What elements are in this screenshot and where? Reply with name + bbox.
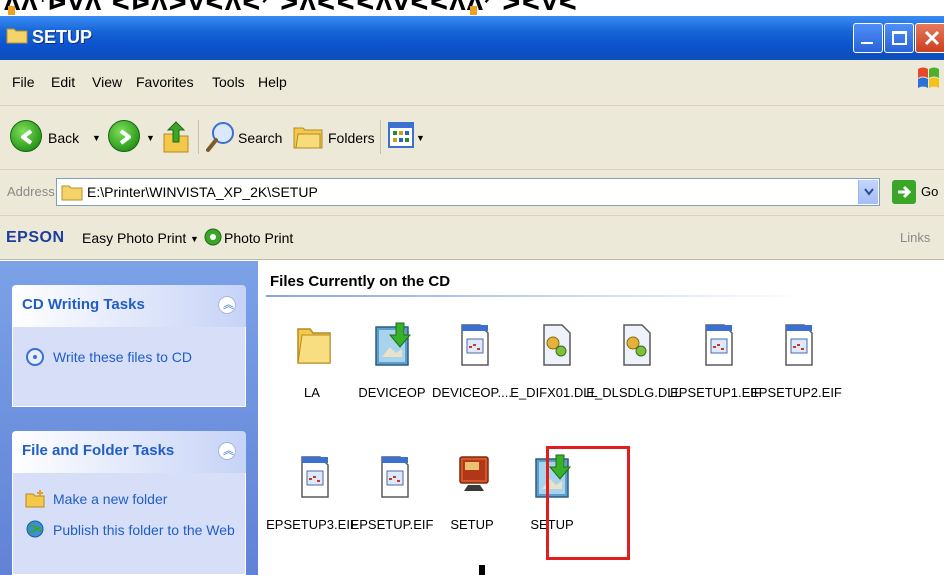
cd-write-icon: [26, 348, 44, 366]
menu-edit[interactable]: Edit: [51, 74, 75, 90]
address-dropdown-button[interactable]: [858, 180, 878, 204]
close-button[interactable]: [915, 23, 944, 53]
file-name: EPSETUP2.EIF: [750, 385, 842, 400]
easy-photo-print-dropdown-icon[interactable]: ▼: [190, 234, 199, 244]
folders-icon[interactable]: [292, 122, 324, 150]
folder-icon: [6, 28, 28, 44]
task-pane: CD Writing Tasks ︽ Write these files to …: [0, 261, 258, 575]
cropped-caption-text: ᐱᐱᐩᐅᐯᐱᐨᐸᐅᐱᐳᐯᐹᐱᐸᐟ ᐳᐱᐸᐹᐹᐱᐯᐸᐹᐱᐱᐟ ᐳᐸᐯᐸ: [4, 0, 579, 15]
selection-highlight-box: [546, 446, 630, 560]
menu-help[interactable]: Help: [258, 74, 287, 90]
toolbar-separator: [198, 120, 199, 154]
photo-print-button[interactable]: Photo Print: [224, 230, 293, 246]
menu-file[interactable]: File: [12, 74, 35, 90]
monitor-setup-icon: [459, 456, 489, 491]
folder-icon: [297, 328, 331, 364]
chevron-up-icon: ︽: [223, 299, 234, 311]
maximize-icon: [892, 31, 907, 45]
cd-writing-tasks-title: CD Writing Tasks: [22, 296, 145, 313]
menu-tools[interactable]: Tools: [212, 74, 245, 90]
title-bar[interactable]: SETUP: [0, 16, 944, 60]
back-button[interactable]: [10, 120, 42, 152]
file-folder-tasks-header[interactable]: File and Folder Tasks ︽: [12, 431, 246, 473]
orange-marker: [470, 6, 477, 15]
go-button[interactable]: [892, 180, 916, 204]
up-folder-icon[interactable]: [162, 120, 190, 154]
file-folder-tasks-body: Make a new folder Publish this folder to…: [12, 473, 246, 575]
write-files-to-cd-link[interactable]: Write these files to CD: [53, 349, 192, 365]
folder-icon: [61, 185, 83, 201]
back-dropdown-icon[interactable]: ▼: [92, 133, 101, 143]
minimize-icon: [861, 42, 873, 44]
orange-marker: [8, 6, 15, 15]
make-new-folder-link[interactable]: Make a new folder: [53, 491, 167, 507]
dll-icon: [623, 324, 651, 366]
address-input[interactable]: E:\Printer\WINVISTA_XP_2K\SETUP: [56, 178, 880, 206]
forward-button[interactable]: [108, 120, 140, 152]
forward-dropdown-icon[interactable]: ▼: [146, 133, 155, 143]
cd-writing-tasks-body: Write these files to CD: [12, 327, 246, 407]
file-folder-tasks-title: File and Folder Tasks: [22, 442, 175, 459]
address-label: Address: [7, 184, 55, 199]
go-arrow-icon: [898, 185, 912, 199]
folders-label[interactable]: Folders: [328, 130, 375, 146]
document-icon: [301, 456, 329, 498]
publish-folder-to-web-link[interactable]: Publish this folder to the Web: [53, 521, 243, 539]
go-label[interactable]: Go: [921, 184, 938, 199]
standard-toolbar: Back ▼ ▼ Search Folders ▼: [0, 106, 944, 170]
windows-logo-icon: [918, 67, 939, 88]
section-divider: [266, 295, 806, 297]
epson-logo: EPSON: [6, 229, 65, 246]
document-icon: [705, 324, 733, 366]
views-icon[interactable]: [388, 122, 414, 148]
document-icon: [461, 324, 489, 366]
menu-favorites[interactable]: Favorites: [136, 74, 194, 90]
back-arrow-icon: [21, 129, 33, 145]
section-title: Files Currently on the CD: [270, 273, 451, 290]
address-value: E:\Printer\WINVISTA_XP_2K\SETUP: [87, 184, 318, 200]
dll-icon: [543, 324, 571, 366]
views-dropdown-icon[interactable]: ▼: [416, 133, 425, 143]
document-icon: [785, 324, 813, 366]
search-icon[interactable]: [206, 120, 236, 154]
collapse-button[interactable]: ︽: [218, 442, 236, 460]
epson-toolbar: EPSON Easy Photo Print ▼ Photo Print Lin…: [0, 216, 944, 260]
text-cursor-mark: [479, 565, 485, 575]
minimize-button[interactable]: [853, 23, 883, 53]
document-icon: [381, 456, 409, 498]
chevron-up-icon: ︽: [223, 445, 234, 457]
links-label[interactable]: Links: [900, 230, 930, 245]
maximize-button[interactable]: [884, 23, 914, 53]
explorer-screenshot: ᐱᐱᐩᐅᐯᐱᐨᐸᐅᐱᐳᐯᐹᐱᐸᐟ ᐳᐱᐸᐹᐹᐱᐯᐸᐹᐱᐱᐟ ᐳᐸᐯᐸ SETUP…: [0, 0, 944, 575]
toolbar-separator: [380, 120, 381, 154]
window-title: SETUP: [32, 27, 93, 47]
forward-arrow-icon: [119, 129, 131, 145]
easy-photo-print-button[interactable]: Easy Photo Print: [82, 230, 186, 246]
close-icon: [924, 30, 940, 46]
chevron-down-icon: [864, 188, 874, 196]
menu-view[interactable]: View: [92, 74, 122, 90]
cropped-caption-strip: ᐱᐱᐩᐅᐯᐱᐨᐸᐅᐱᐳᐯᐹᐱᐸᐟ ᐳᐱᐸᐹᐹᐱᐯᐸᐹᐱᐱᐟ ᐳᐸᐯᐸ: [0, 0, 944, 16]
file-item-epsetup2-eif[interactable]: EPSETUP2.EIF: [748, 321, 844, 431]
cd-writing-tasks-header[interactable]: CD Writing Tasks ︽: [12, 285, 246, 327]
new-folder-icon: [25, 490, 45, 508]
publish-web-icon: [26, 520, 44, 538]
menu-bar: File Edit View Favorites Tools Help: [0, 60, 944, 106]
photo-print-icon: [204, 228, 222, 246]
collapse-button[interactable]: ︽: [218, 296, 236, 314]
back-label: Back: [48, 130, 80, 146]
address-bar: Address E:\Printer\WINVISTA_XP_2K\SETUP …: [0, 170, 944, 216]
search-label[interactable]: Search: [238, 130, 282, 146]
installer-icon: [375, 322, 412, 366]
